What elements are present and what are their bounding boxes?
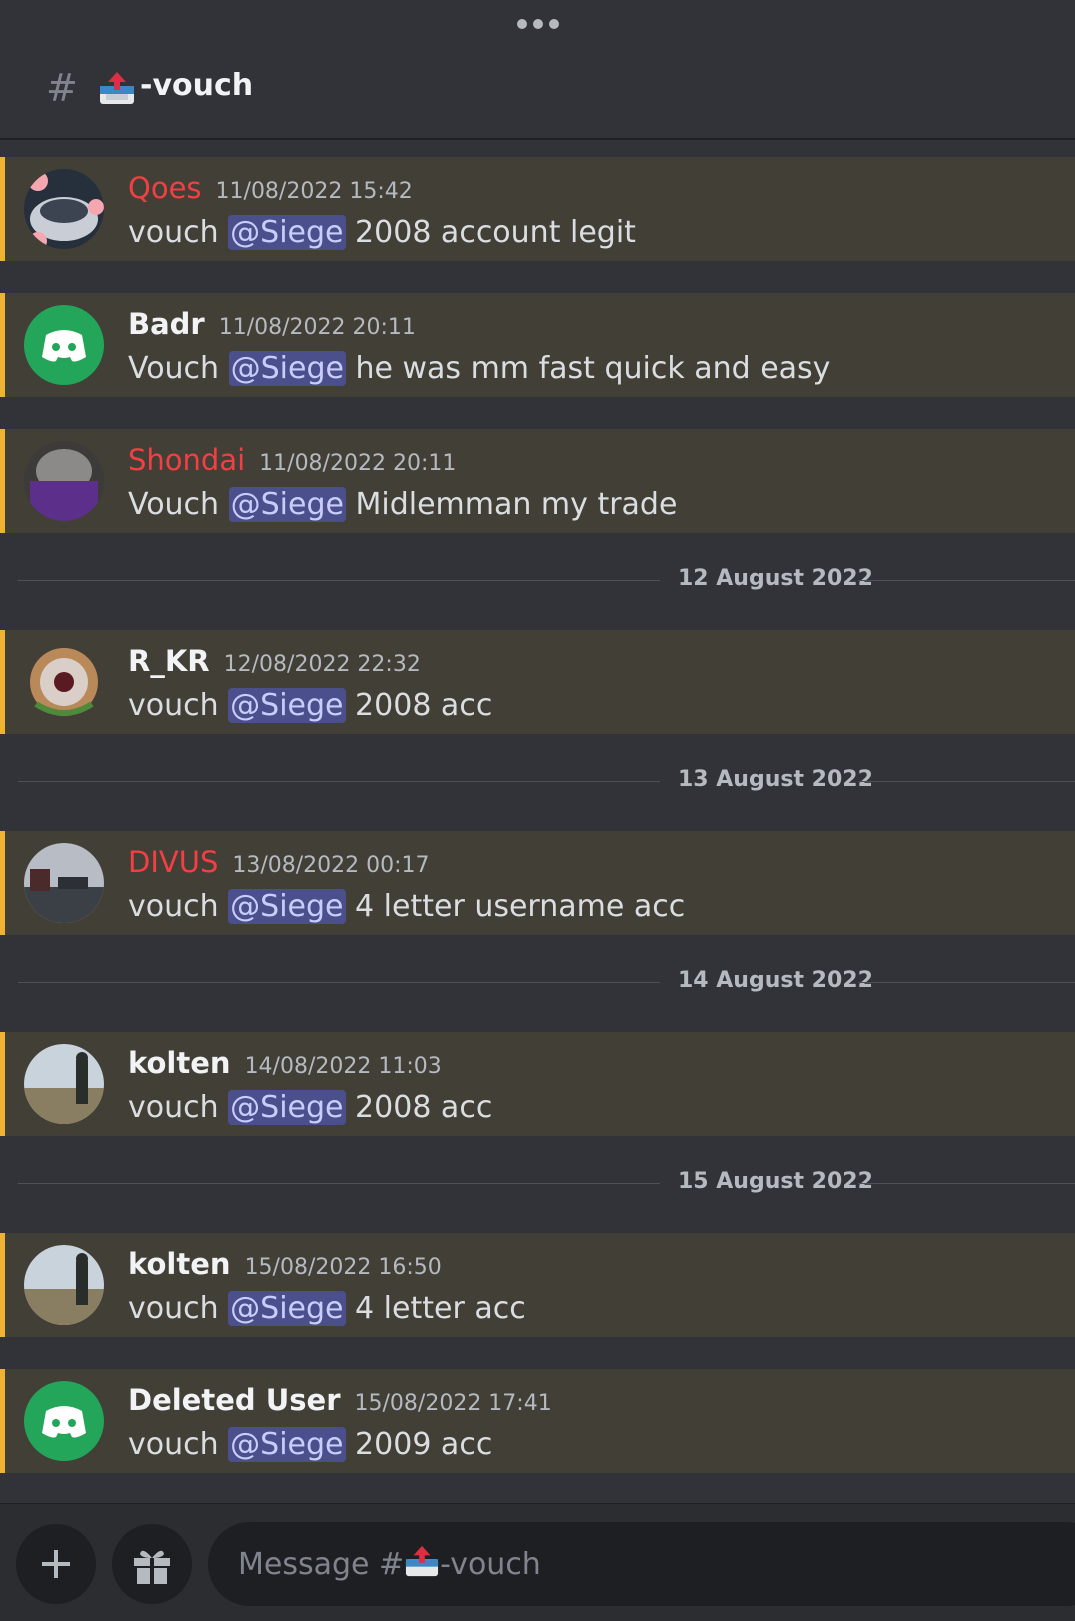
avatar-divus[interactable] (24, 843, 104, 923)
message[interactable]: kolten 15/08/2022 16:50 vouch @Siege 4 le… (0, 1233, 1075, 1337)
composer-bar: Message # -vouch (0, 1503, 1075, 1621)
message[interactable]: kolten 14/08/2022 11:03 vouch @Siege 2008… (0, 1032, 1075, 1136)
message[interactable]: DIVUS 13/08/2022 00:17 vouch @Siege 4 let… (0, 831, 1075, 935)
message-timestamp: 11/08/2022 20:11 (259, 451, 457, 476)
message-input[interactable]: Message # -vouch (208, 1522, 1075, 1606)
message-timestamp: 13/08/2022 00:17 (232, 853, 430, 878)
message-timestamp: 15/08/2022 16:50 (244, 1255, 442, 1280)
message-author[interactable]: kolten 15/08/2022 16:50 (128, 1247, 442, 1281)
avatar-badr[interactable] (24, 305, 104, 385)
gift-button[interactable] (112, 1524, 192, 1604)
message-content: vouch @Siege 2009 acc (128, 1427, 493, 1462)
message[interactable]: R_KR 12/08/2022 22:32 vouch @Siege 2008 a… (0, 630, 1075, 734)
date-divider: 15 August 2022 (18, 1169, 1075, 1194)
message[interactable]: Shondai 11/08/2022 20:11 Vouch @Siege Mid… (0, 429, 1075, 533)
discord-logo-icon (24, 305, 104, 385)
channel-name[interactable]: -vouch (140, 68, 253, 103)
message-content: vouch @Siege 2008 account legit (128, 215, 636, 250)
message-timestamp: 11/08/2022 20:11 (218, 315, 416, 340)
message-placeholder: Message # -vouch (238, 1544, 541, 1582)
message-content: vouch @Siege 4 letter acc (128, 1291, 526, 1326)
plus-icon (42, 1550, 70, 1578)
avatar-rkr[interactable] (24, 642, 104, 722)
user-mention[interactable]: @Siege (228, 215, 346, 250)
message-content: vouch @Siege 4 letter username acc (128, 889, 686, 924)
user-mention[interactable]: @Siege (228, 889, 346, 924)
user-mention[interactable]: @Siege (228, 1090, 346, 1125)
message-timestamp: 15/08/2022 17:41 (354, 1391, 552, 1416)
avatar-deleted-user[interactable] (24, 1381, 104, 1461)
date-divider: 14 August 2022 (18, 968, 1075, 993)
avatar-kolten[interactable] (24, 1044, 104, 1124)
user-mention[interactable]: @Siege (228, 487, 346, 522)
message-timestamp: 14/08/2022 11:03 (244, 1054, 442, 1079)
user-mention[interactable]: @Siege (228, 1427, 346, 1462)
message-content: Vouch @Siege Midlemman my trade (128, 487, 678, 522)
user-mention[interactable]: @Siege (228, 351, 346, 386)
discord-logo-icon (24, 1381, 104, 1461)
outbox-tray-icon (406, 1545, 439, 1577)
channel-hash-icon: # (46, 66, 78, 110)
gift-icon (134, 1550, 170, 1584)
message-timestamp: 11/08/2022 15:42 (215, 179, 413, 204)
message[interactable]: Deleted User 15/08/2022 17:41 vouch @Sieg… (0, 1369, 1075, 1473)
avatar-kolten[interactable] (24, 1245, 104, 1325)
message-author[interactable]: Badr 11/08/2022 20:11 (128, 307, 416, 341)
message[interactable]: Badr 11/08/2022 20:11 Vouch @Siege he was… (0, 293, 1075, 397)
message-author[interactable]: Qoes 11/08/2022 15:42 (128, 171, 413, 205)
drag-handle[interactable] (0, 14, 1075, 33)
message-timestamp: 12/08/2022 22:32 (223, 652, 421, 677)
avatar-qoes[interactable] (24, 169, 104, 249)
add-attachment-button[interactable] (16, 1524, 96, 1604)
message-author[interactable]: DIVUS 13/08/2022 00:17 (128, 845, 430, 879)
channel-header: # -vouch (0, 40, 1075, 140)
message-content: vouch @Siege 2008 acc (128, 688, 493, 723)
message-author[interactable]: kolten 14/08/2022 11:03 (128, 1046, 442, 1080)
user-mention[interactable]: @Siege (228, 688, 346, 723)
user-mention[interactable]: @Siege (228, 1291, 346, 1326)
message[interactable]: Qoes 11/08/2022 15:42 vouch @Siege 2008 a… (0, 157, 1075, 261)
message-author[interactable]: Deleted User 15/08/2022 17:41 (128, 1383, 552, 1417)
message-author[interactable]: R_KR 12/08/2022 22:32 (128, 644, 421, 678)
message-author[interactable]: Shondai 11/08/2022 20:11 (128, 443, 456, 477)
outbox-tray-icon (98, 70, 136, 110)
message-content: Vouch @Siege he was mm fast quick and ea… (128, 351, 831, 386)
message-content: vouch @Siege 2008 acc (128, 1090, 493, 1125)
avatar-shondai[interactable] (24, 441, 104, 521)
date-divider: 13 August 2022 (18, 767, 1075, 792)
date-divider: 12 August 2022 (18, 566, 1075, 591)
